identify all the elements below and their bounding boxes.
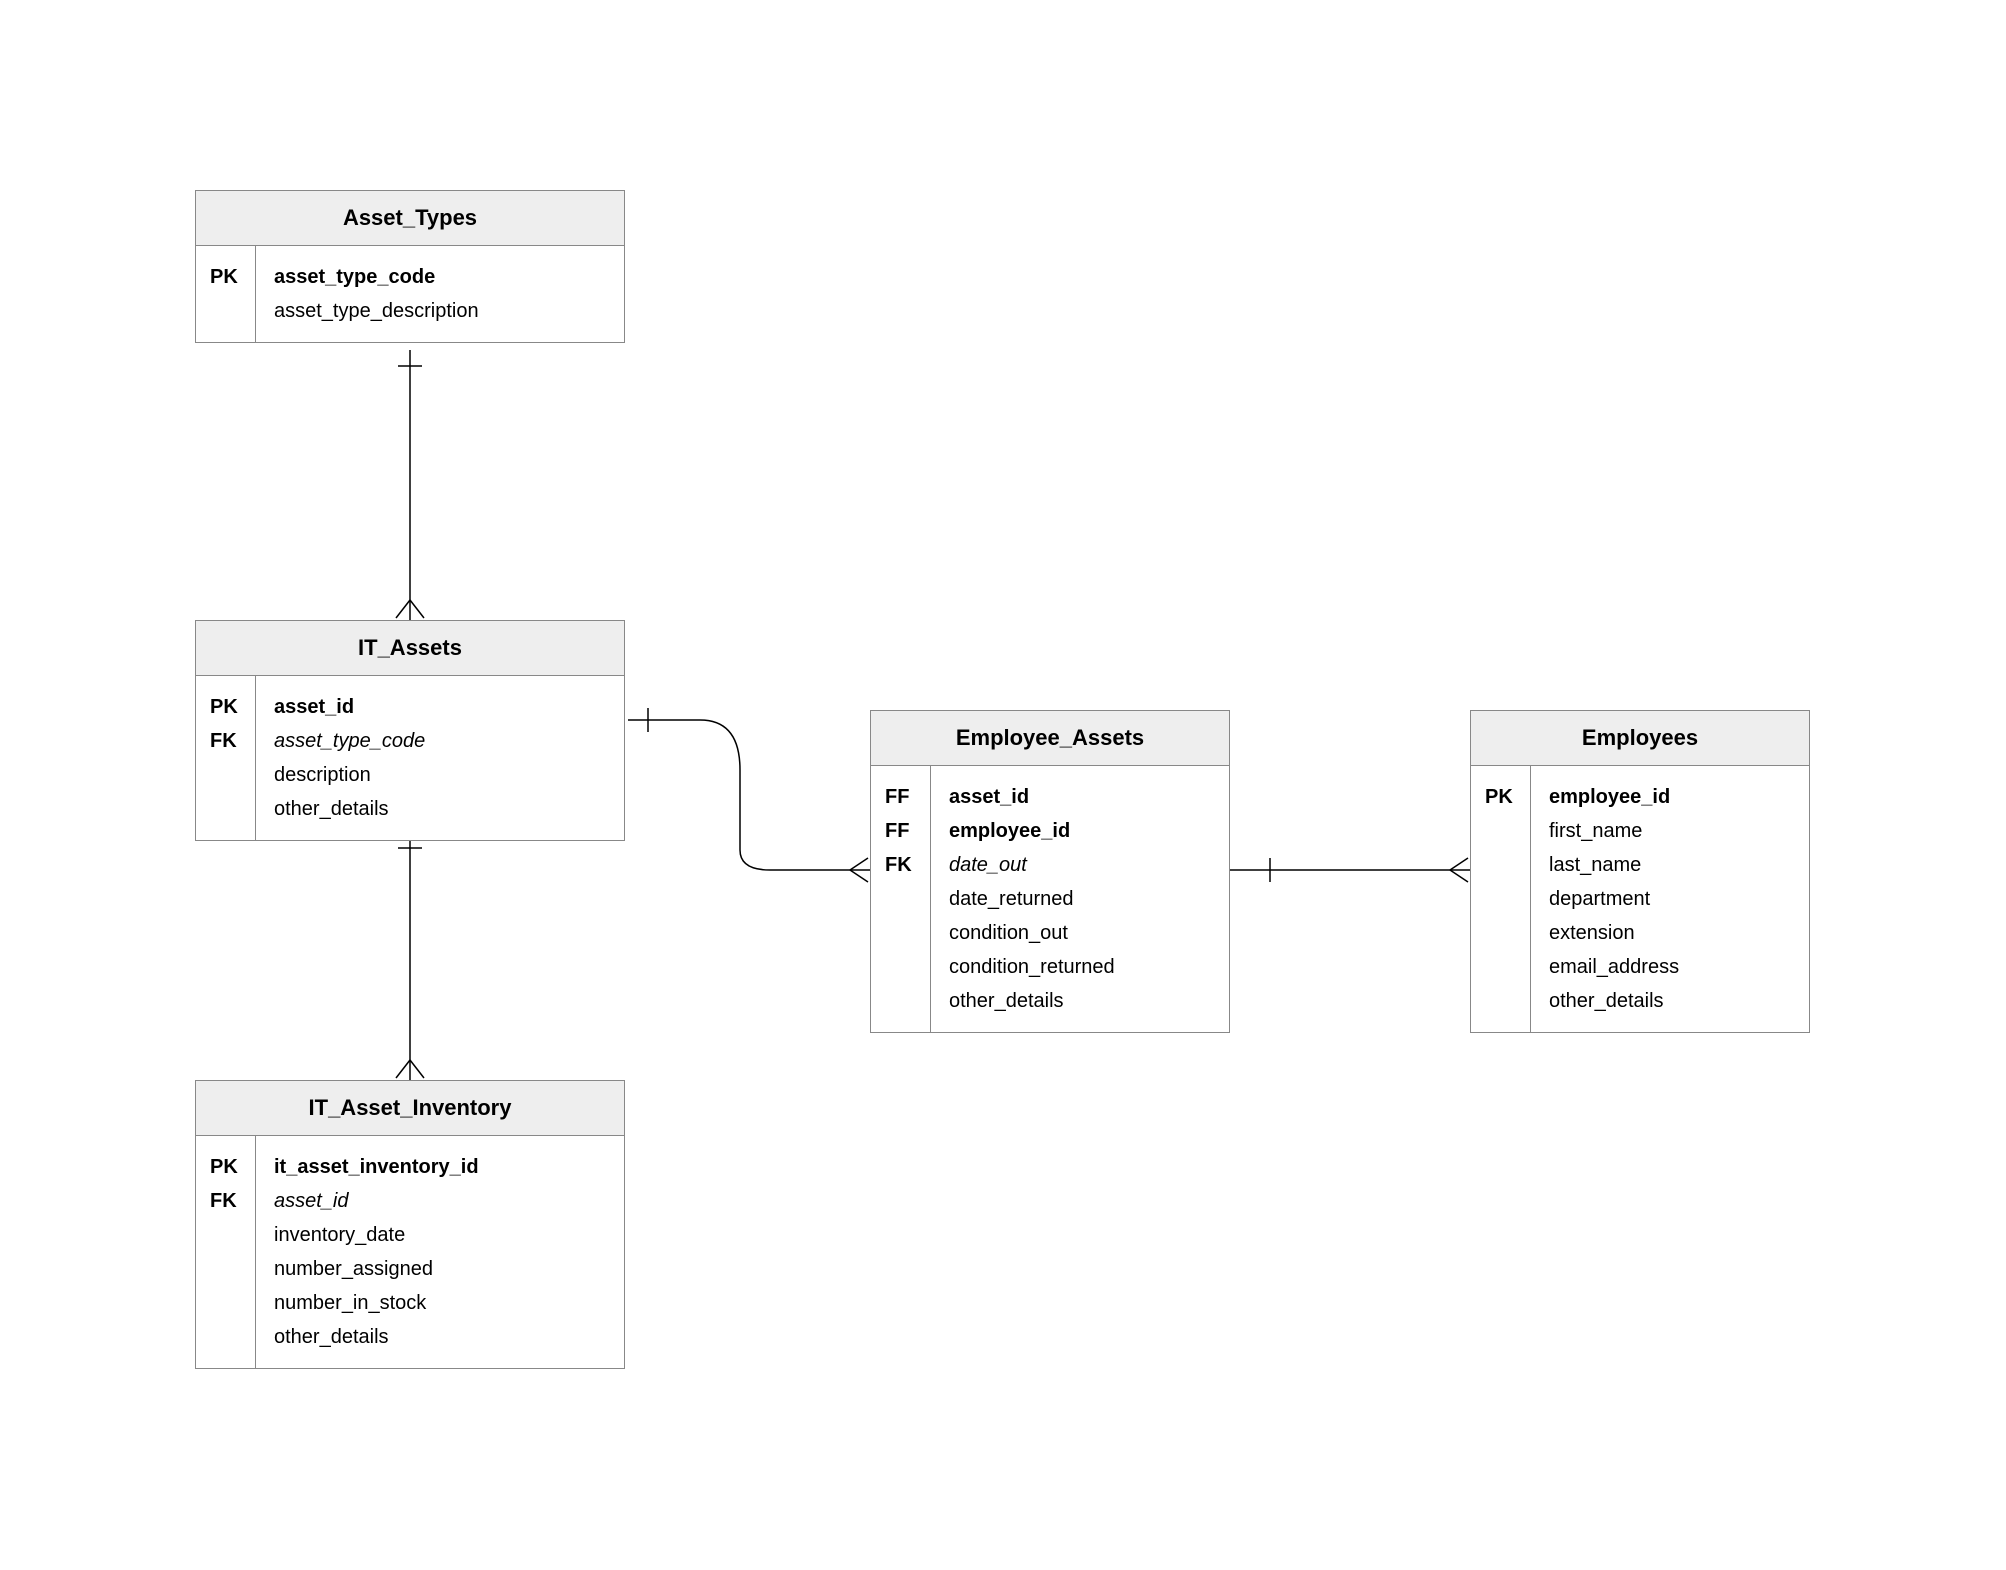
key-label: PK [1485,780,1516,814]
key-label: FK [885,848,916,882]
key-label: PK [210,1150,241,1184]
field: it_asset_inventory_id [274,1150,606,1184]
field: asset_id [274,1184,606,1218]
key-column: PK FK [196,1136,256,1368]
field-column: asset_type_code asset_type_description [256,246,624,342]
field-column: employee_id first_name last_name departm… [1531,766,1809,1032]
entity-employee-assets: Employee_Assets FF FF FK asset_id employ… [870,710,1230,1033]
field: email_address [1549,950,1791,984]
entity-title: Employee_Assets [871,711,1229,766]
key-label: FK [210,1184,241,1218]
key-column: PK FK [196,676,256,840]
key-column: FF FF FK [871,766,931,1032]
field: date_returned [949,882,1211,916]
key-label: PK [210,260,241,294]
key-label: FF [885,780,916,814]
field: first_name [1549,814,1791,848]
key-label: FF [885,814,916,848]
field-column: asset_id asset_type_code description oth… [256,676,624,840]
field: asset_id [949,780,1211,814]
field: asset_type_code [274,260,606,294]
key-column: PK [196,246,256,342]
field-column: it_asset_inventory_id asset_id inventory… [256,1136,624,1368]
key-label: PK [210,690,241,724]
field: other_details [949,984,1211,1018]
entity-it-assets: IT_Assets PK FK asset_id asset_type_code… [195,620,625,841]
field: description [274,758,606,792]
entity-title: Asset_Types [196,191,624,246]
field: employee_id [949,814,1211,848]
entity-title: Employees [1471,711,1809,766]
entity-asset-types: Asset_Types PK asset_type_code asset_typ… [195,190,625,343]
field: number_assigned [274,1252,606,1286]
field: employee_id [1549,780,1791,814]
field-column: asset_id employee_id date_out date_retur… [931,766,1229,1032]
field: number_in_stock [274,1286,606,1320]
key-label: FK [210,724,241,758]
field: date_out [949,848,1211,882]
field: other_details [274,1320,606,1354]
field: asset_type_description [274,294,606,328]
field: extension [1549,916,1791,950]
key-column: PK [1471,766,1531,1032]
field: other_details [274,792,606,826]
field: condition_returned [949,950,1211,984]
field: condition_out [949,916,1211,950]
entity-title: IT_Assets [196,621,624,676]
field: department [1549,882,1791,916]
entity-it-asset-inventory: IT_Asset_Inventory PK FK it_asset_invent… [195,1080,625,1369]
entity-employees: Employees PK employee_id first_name last… [1470,710,1810,1033]
field: other_details [1549,984,1791,1018]
field: inventory_date [274,1218,606,1252]
field: asset_type_code [274,724,606,758]
field: last_name [1549,848,1791,882]
entity-title: IT_Asset_Inventory [196,1081,624,1136]
field: asset_id [274,690,606,724]
